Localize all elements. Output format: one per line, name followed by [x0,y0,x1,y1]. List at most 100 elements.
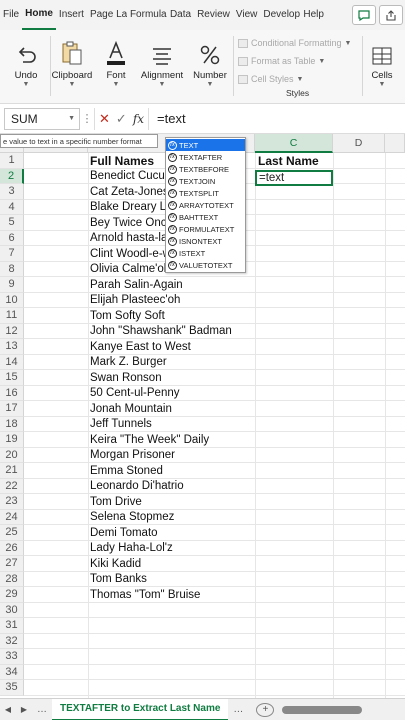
share-button[interactable] [379,5,403,25]
name-cell[interactable]: Jonah Mountain [90,401,172,417]
tab-page-layout[interactable]: Page Layout [87,0,127,30]
row-header[interactable]: 15 [0,370,24,386]
format-as-table-button[interactable]: Format as Table ▼ [238,52,356,70]
name-cell[interactable]: Mark Z. Burger [90,355,167,371]
row-header[interactable]: 11 [0,308,24,324]
tab-file[interactable]: File [0,0,22,30]
row-header[interactable]: 33 [0,649,24,665]
name-cell[interactable]: Swan Ronson [90,370,162,386]
tab-home[interactable]: Home [22,0,56,30]
name-cell[interactable]: Emma Stoned [90,463,163,479]
row-header[interactable]: 2 [0,168,24,184]
row-header[interactable]: 30 [0,602,24,618]
name-cell[interactable]: Lady Haha-Lol'z [90,541,173,557]
sheet-tab-textafter[interactable]: TEXTAFTER to Extract Last Name [52,698,229,720]
row-header[interactable]: 10 [0,292,24,308]
insert-function-button[interactable]: fx [133,112,144,126]
name-cell[interactable]: Parah Salin-Again [90,277,183,293]
tab-help[interactable]: Help [300,0,327,30]
enter-button[interactable]: ✓ [116,111,127,127]
column-header-c[interactable]: C [255,134,333,153]
cancel-button[interactable]: ✕ [99,111,110,127]
more-sheets-icon[interactable]: … [32,704,52,715]
name-cell[interactable]: Keira "The Week" Daily [90,432,209,448]
row-header[interactable]: 5 [0,215,24,231]
row-header[interactable]: 19 [0,432,24,448]
row-header[interactable]: 23 [0,494,24,510]
tab-developer[interactable]: Developer [260,0,300,30]
alignment-chevron-down-icon[interactable]: ▼ [159,81,166,88]
name-cell[interactable]: Elijah Plasteec'oh [90,293,180,309]
clipboard-group[interactable]: Clipboard ▼ [52,30,92,102]
autocomplete-item[interactable]: fx ARRAYTOTEXT [166,199,245,211]
name-cell[interactable]: Kiki Kadid [90,556,141,572]
undo-group[interactable]: Undo ▼ [6,30,46,102]
tab-data[interactable]: Data [167,0,194,30]
formula-input[interactable]: =text [148,107,405,130]
name-cell[interactable]: Tom Drive [90,494,142,510]
row-header[interactable]: 4 [0,199,24,215]
last-name-header[interactable]: Last Name [258,153,319,169]
active-cell-c2[interactable]: =text [255,169,333,186]
autocomplete-item[interactable]: fx TEXTSPLIT [166,187,245,199]
tab-insert[interactable]: Insert [56,0,87,30]
autocomplete-item[interactable]: fx TEXTBEFORE [166,163,245,175]
name-cell[interactable]: Tom Banks [90,572,147,588]
cells-group[interactable]: Cells ▼ [366,30,398,102]
autocomplete-item[interactable]: fx TEXTAFTER [166,151,245,163]
chevron-down-icon[interactable]: ▼ [68,115,75,122]
name-cell[interactable]: Tom Softy Soft [90,308,165,324]
autocomplete-item[interactable]: fx FORMULATEXT [166,223,245,235]
row-header[interactable]: 27 [0,556,24,572]
name-cell[interactable]: Bey Twice Once [90,215,173,231]
name-cell[interactable]: Jeff Tunnels [90,417,152,433]
row-header[interactable]: 18 [0,416,24,432]
comments-button[interactable] [352,5,376,25]
name-cell[interactable]: Morgan Prisoner [90,448,175,464]
row-header[interactable]: 7 [0,246,24,262]
row-header[interactable]: 29 [0,587,24,603]
name-cell[interactable]: Thomas "Tom" Bruise [90,587,200,603]
next-sheet-icon[interactable]: ▶ [16,705,32,714]
row-header[interactable]: 12 [0,323,24,339]
autocomplete-item[interactable]: fx TEXTJOIN [166,175,245,187]
autocomplete-item[interactable]: fx TEXT [166,139,245,151]
row-header[interactable]: 32 [0,633,24,649]
more-sheets-icon[interactable]: … [228,704,248,715]
more-icon[interactable]: ⋮ [80,112,94,125]
row-header[interactable]: 25 [0,525,24,541]
tab-view[interactable]: View [233,0,261,30]
number-group[interactable]: Number ▼ [190,30,230,102]
prev-sheet-icon[interactable]: ◀ [0,705,16,714]
row-header[interactable]: 24 [0,509,24,525]
autocomplete-item[interactable]: fx ISNONTEXT [166,235,245,247]
tab-formulas[interactable]: Formulas [127,0,167,30]
autocomplete-item[interactable]: fx BAHTTEXT [166,211,245,223]
name-box[interactable]: SUM ▼ [4,107,80,130]
row-header[interactable]: 16 [0,385,24,401]
name-cell[interactable]: Demi Tomato [90,525,158,541]
name-cell[interactable]: Selena Stopmez [90,510,174,526]
row-header[interactable]: 20 [0,447,24,463]
tab-review[interactable]: Review [194,0,233,30]
font-chevron-down-icon[interactable]: ▼ [113,81,120,88]
horizontal-scrollbar[interactable] [282,705,363,714]
row-header[interactable]: 13 [0,339,24,355]
cell-styles-button[interactable]: Cell Styles ▼ [238,70,356,88]
row-header[interactable]: 22 [0,478,24,494]
name-cell[interactable]: Leonardo Di'hatrio [90,479,184,495]
name-cell[interactable]: Kanye East to West [90,339,191,355]
row-header[interactable]: 8 [0,261,24,277]
full-names-header[interactable]: Full Names [90,153,154,169]
row-header[interactable]: 26 [0,540,24,556]
name-cell[interactable]: 50 Cent-ul-Penny [90,386,180,402]
column-header-e[interactable] [385,134,405,153]
row-header[interactable]: 28 [0,571,24,587]
name-cell[interactable]: Olivia Calme'ol [90,262,166,278]
column-header-d[interactable]: D [333,134,385,153]
name-cell[interactable]: Cat Zeta-Jones [90,184,169,200]
autocomplete-item[interactable]: fx ISTEXT [166,247,245,259]
cells-chevron-down-icon[interactable]: ▼ [379,81,386,88]
row-header[interactable]: 6 [0,230,24,246]
undo-chevron-down-icon[interactable]: ▼ [23,81,30,88]
